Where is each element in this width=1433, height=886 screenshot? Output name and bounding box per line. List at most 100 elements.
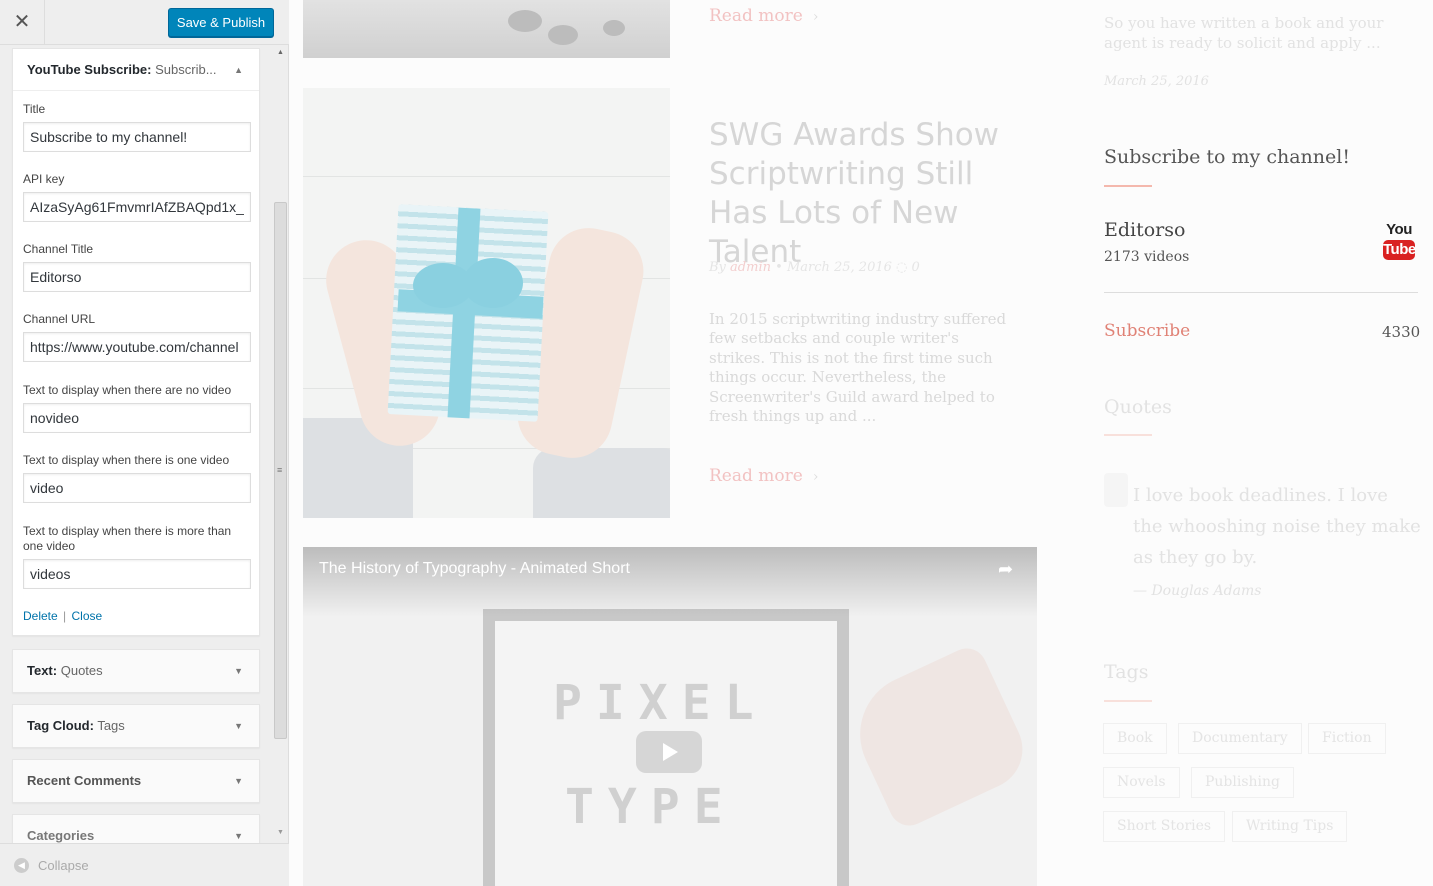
play-icon[interactable]: [636, 731, 702, 773]
api-key-label: API key: [23, 172, 65, 186]
video-screen-text: TYPE: [565, 779, 737, 835]
widget-title: Recent Comments: [27, 773, 142, 788]
api-key-input[interactable]: [23, 192, 251, 222]
widget-youtube-header[interactable]: YouTube Subscribe: Subscrib... ▲: [13, 49, 259, 91]
title-input[interactable]: [23, 122, 251, 152]
one-video-label: Text to display when there is one video: [23, 453, 230, 467]
video-embed[interactable]: PIXEL TYPE The History of Typography - A…: [303, 547, 1037, 886]
tag-link[interactable]: Short Stories: [1103, 811, 1226, 842]
close-link[interactable]: Close: [72, 609, 103, 623]
scroll-down-icon[interactable]: ▼: [277, 829, 284, 836]
video-title[interactable]: The History of Typography - Animated Sho…: [319, 560, 630, 578]
tag-link[interactable]: Book: [1103, 723, 1167, 754]
widget-actions: Delete | Close: [23, 609, 102, 623]
quotes-widget-title: Quotes: [1104, 396, 1172, 418]
widgets-list: YouTube Subscribe: Subscrib... ▲ Title A…: [0, 45, 289, 843]
customizer-footer: ◀ Collapse: [0, 843, 289, 886]
youtube-logo-tube: Tube: [1383, 240, 1416, 260]
site-preview: Read more › SWG Awards Show Scriptwriting…: [290, 0, 1433, 886]
scroll-up-icon[interactable]: ▲: [277, 49, 284, 56]
rock-shape: [603, 20, 625, 36]
post-image[interactable]: [303, 88, 670, 518]
chevron-right-icon: ›: [812, 469, 819, 485]
widget-subtitle: Subscrib...: [155, 62, 217, 77]
tag-link[interactable]: Writing Tips: [1232, 811, 1348, 842]
title-underline: [1104, 700, 1152, 702]
tag-link[interactable]: Novels: [1103, 767, 1180, 798]
no-video-field-group: Text to display when there are no video: [23, 383, 251, 433]
youtube-logo-icon[interactable]: You Tube: [1383, 221, 1416, 261]
read-more-link[interactable]: Read more ›: [709, 466, 818, 486]
chevron-down-icon[interactable]: ▼: [234, 705, 243, 747]
quote-text: I love book deadlines. I love the whoosh…: [1133, 485, 1421, 568]
close-icon[interactable]: ✕: [0, 0, 45, 45]
rock-shape: [548, 25, 578, 45]
youtube-channel-name[interactable]: Editorso: [1104, 219, 1185, 241]
customizer-panel: ✕ Save & Publish YouTube Subscribe: Subs…: [0, 0, 289, 886]
youtube-logo-you: You: [1386, 221, 1412, 238]
plank-line: [303, 176, 670, 177]
video-top-gradient: [303, 547, 1037, 617]
recent-post-excerpt: So you have written a book and your agen…: [1104, 14, 1384, 52]
post-author-link[interactable]: admin: [730, 260, 771, 275]
youtube-subscribe-link[interactable]: Subscribe: [1104, 321, 1190, 341]
delete-link[interactable]: Delete: [23, 609, 58, 623]
widget-categories[interactable]: Categories ▼: [12, 814, 260, 843]
meta-separator: •: [775, 260, 783, 275]
more-video-input[interactable]: [23, 559, 251, 589]
more-video-label: Text to display when there is more than …: [23, 524, 232, 553]
tag-link[interactable]: Publishing: [1191, 767, 1295, 798]
no-video-label: Text to display when there are no video: [23, 383, 232, 397]
collapse-icon[interactable]: ◀: [14, 858, 29, 873]
no-video-input[interactable]: [23, 403, 251, 433]
widget-subtitle: Quotes: [60, 663, 103, 678]
share-icon[interactable]: ➦: [998, 559, 1013, 580]
chevron-down-icon[interactable]: ▼: [234, 650, 243, 692]
channel-title-field-group: Channel Title: [23, 242, 251, 292]
collapse-button[interactable]: Collapse: [38, 858, 89, 873]
video-screen-text: PIXEL: [553, 675, 768, 731]
chevron-down-icon[interactable]: ▼: [234, 760, 243, 802]
quote-icon: [1104, 473, 1128, 507]
chevron-down-icon[interactable]: ▼: [234, 815, 243, 843]
tag-link[interactable]: Documentary: [1178, 723, 1302, 754]
one-video-input[interactable]: [23, 473, 251, 503]
api-key-field-group: API key: [23, 172, 251, 222]
youtube-widget-title: Subscribe to my channel!: [1104, 146, 1350, 168]
channel-title-input[interactable]: [23, 262, 251, 292]
title-field-group: Title: [23, 102, 251, 152]
title-label: Title: [23, 102, 46, 116]
subscriber-count: 4330: [1382, 323, 1421, 341]
comment-icon: ◌: [896, 260, 908, 275]
title-underline: [1104, 434, 1152, 436]
read-more-label: Read more: [709, 466, 803, 486]
youtube-video-count: 2173 videos: [1104, 249, 1190, 265]
post-excerpt: In 2015 scriptwriting industry suffered …: [709, 310, 1007, 426]
chevron-right-icon: ›: [812, 9, 819, 25]
scrollbar-thumb[interactable]: ≡: [274, 202, 287, 739]
tag-link[interactable]: Fiction: [1308, 723, 1386, 754]
quote-author: — Douglas Adams: [1133, 583, 1262, 599]
post-image[interactable]: [303, 0, 670, 58]
title-underline: [1104, 185, 1152, 187]
widget-tag-cloud[interactable]: Tag Cloud: Tags ▼: [12, 704, 260, 748]
actions-separator: |: [63, 609, 67, 623]
post-title[interactable]: SWG Awards Show Scriptwriting Still Has …: [709, 116, 1009, 272]
channel-url-input[interactable]: [23, 332, 251, 362]
widget-subtitle: Tags: [97, 718, 125, 733]
chevron-up-icon[interactable]: ▲: [234, 49, 243, 90]
channel-title-label: Channel Title: [23, 242, 94, 256]
post-date: March 25, 2016: [786, 260, 892, 275]
bow-shape: [463, 258, 523, 308]
meta-by: By: [709, 260, 726, 275]
widget-text-quotes[interactable]: Text: Quotes ▼: [12, 649, 260, 693]
read-more-link[interactable]: Read more ›: [709, 6, 818, 26]
rock-shape: [508, 10, 542, 32]
save-publish-button[interactable]: Save & Publish: [168, 8, 274, 37]
widget-recent-comments[interactable]: Recent Comments ▼: [12, 759, 260, 803]
more-video-field-group: Text to display when there is more than …: [23, 524, 251, 589]
comment-count[interactable]: 0: [912, 260, 920, 275]
one-video-field-group: Text to display when there is one video: [23, 453, 251, 503]
widget-title: Categories: [27, 828, 95, 843]
read-more-label: Read more: [709, 6, 803, 26]
